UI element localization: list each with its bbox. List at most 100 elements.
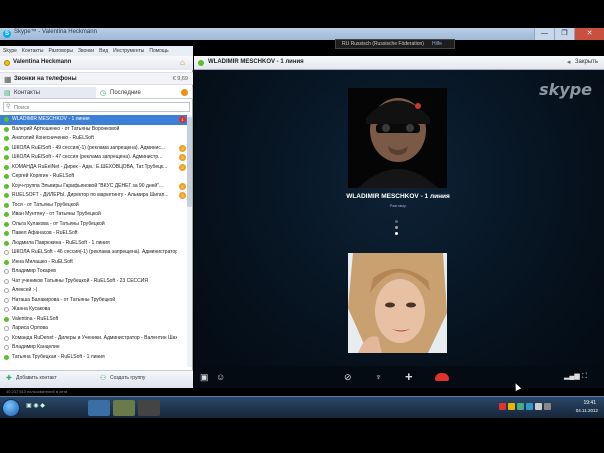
clock-date[interactable]: 04.11.2012 xyxy=(576,408,598,413)
contact-row[interactable]: Владимир Токарев xyxy=(0,267,188,277)
taskbar-skype[interactable] xyxy=(88,400,110,416)
taskbar-explorer[interactable] xyxy=(113,400,135,416)
presence-online-icon xyxy=(4,117,9,122)
contact-row[interactable]: WLADIMIR MESCHKOV - 1 линия 1 xyxy=(0,115,188,125)
add-to-call-button[interactable]: + xyxy=(405,370,413,384)
contact-name: ШКОЛА RuELSoft - 46 сессия(-1) (реклама … xyxy=(12,249,177,255)
system-tray: 19:41 04.11.2012 xyxy=(494,397,604,419)
menu-skype[interactable]: Skype xyxy=(3,48,17,54)
mute-microphone-button[interactable]: ♆ xyxy=(375,370,382,384)
maximize-button[interactable]: ❐ xyxy=(554,28,574,40)
contact-row[interactable]: ШКОЛА RuElSoft - 49 сессия(-1) (реклама … xyxy=(0,144,188,154)
windows-taskbar: ▣ ◉ ◆ 19:41 04.11.2012 xyxy=(0,396,604,418)
language-bar[interactable]: RU Russisch (Russische Föderation) Hilfe xyxy=(335,39,455,49)
chat-button[interactable]: ▣ xyxy=(200,370,209,384)
tab-contacts[interactable]: ▤ Контакты xyxy=(0,87,96,98)
call-phones-row[interactable]: ▦ Звонки на телефоны € 9,69 xyxy=(0,72,193,85)
end-call-button[interactable] xyxy=(435,373,449,381)
contact-name: Тося - от Татьяны Трубецкой xyxy=(12,201,79,208)
menu-tools[interactable]: Инструменты xyxy=(113,48,144,54)
self-video-preview[interactable] xyxy=(348,253,447,353)
menu-contacts[interactable]: Контакты xyxy=(22,48,44,54)
language-help[interactable]: Hilfe xyxy=(432,41,442,47)
menu-help[interactable]: Помощь xyxy=(149,48,168,54)
contact-row[interactable]: Алексей :-) xyxy=(0,286,188,296)
presence-online-icon xyxy=(4,221,9,227)
tray-app-icon[interactable] xyxy=(499,403,506,410)
contact-row[interactable]: Сергей Корягин - RuELSoft xyxy=(0,172,188,182)
emoticon-button[interactable]: ☺ xyxy=(216,370,225,384)
contact-row[interactable]: Жанна Кусакова xyxy=(0,305,188,315)
contact-row[interactable]: Тося - от Татьяны Трубецкой xyxy=(0,201,188,211)
presence-offline-icon xyxy=(4,269,9,274)
home-icon[interactable]: ⌂ xyxy=(180,58,189,67)
contact-name: Коуч-группа Эльвиры Гарифьяновой "ВКУС Д… xyxy=(12,182,164,189)
presence-online-icon xyxy=(4,354,9,360)
contact-row[interactable]: Павел Афанасов - RuELSoft xyxy=(0,229,188,239)
contact-name: Ольга Кулакова - от Татьяны Трубецкой xyxy=(12,220,105,227)
scrollbar-thumb[interactable] xyxy=(187,117,192,207)
toggle-video-button[interactable]: ⊘ xyxy=(344,370,352,384)
contact-row[interactable]: Чат учеников Татьяны Трубецкой - RuELSof… xyxy=(0,277,188,287)
contact-row[interactable]: Valentina - RuELSoft xyxy=(0,315,188,325)
add-contact-button[interactable]: ✚ Добавить контакт xyxy=(6,375,57,382)
close-window-button[interactable]: ✕ xyxy=(574,28,604,40)
online-status-icon xyxy=(198,60,204,66)
language-label: RU Russisch (Russische Föderation) xyxy=(342,41,424,47)
contact-row[interactable]: Татьяна Трубецкая - RuELSoft - 1 линия xyxy=(0,353,188,363)
menu-calls[interactable]: Звонки xyxy=(78,48,94,54)
create-group-label: Создать группу xyxy=(110,375,146,381)
contact-name: WLADIMIR MESCHKOV - 1 линия xyxy=(12,116,90,122)
contact-name: Сергей Корягин - RuELSoft xyxy=(12,173,75,179)
call-quality-icon[interactable]: ▂▄▆ xyxy=(564,370,580,384)
volume-icon[interactable] xyxy=(544,403,551,410)
presence-offline-icon xyxy=(4,288,9,293)
profile-name[interactable]: Valentina Heckmann xyxy=(13,59,71,65)
tray-app-icon[interactable] xyxy=(508,403,515,410)
contact-row[interactable]: Иван Мунтяну - от Татьяны Трубецкой xyxy=(0,210,188,220)
phone-keypad-icon: ▦ xyxy=(4,75,12,84)
skype-credit-balance: € 9,69 xyxy=(172,76,188,82)
contact-row[interactable]: RUELSOFT - ДИЛЕРЫ. Директор по маркетинг… xyxy=(0,191,188,201)
contact-row[interactable]: Инна Милашко - RuELSoft xyxy=(0,258,188,268)
unread-badge: 2 xyxy=(179,163,186,171)
close-conversation-button[interactable]: ◂ Закрыть xyxy=(567,59,598,66)
contact-row[interactable]: Валерий Артюшенко - от Татьяны Воронково… xyxy=(0,125,188,135)
contact-row[interactable]: Людмила Паврюкина - RuELSoft - 1 линия xyxy=(0,239,188,249)
contact-row[interactable]: Анатолий Конесниченко - RuELSoft xyxy=(0,134,188,144)
contact-row[interactable]: Команда RuDenet - Дилеры и Ученики. Адми… xyxy=(0,334,188,344)
minimize-button[interactable]: — xyxy=(534,28,554,40)
menu-conversations[interactable]: Разговоры xyxy=(49,48,73,54)
contact-list-scrollbar[interactable] xyxy=(187,115,192,367)
contact-name: Инна Милашко - RuELSoft xyxy=(12,258,73,265)
tray-app-icon[interactable] xyxy=(517,403,524,410)
tab-recent-label: Последние xyxy=(110,90,141,96)
network-icon[interactable] xyxy=(535,403,542,410)
contact-row[interactable]: Лариса Орлова xyxy=(0,324,188,334)
contact-row[interactable]: Наташа Балакирова - от Татьяны Трубецкой xyxy=(0,296,188,306)
presence-offline-icon xyxy=(4,307,9,312)
search-input[interactable] xyxy=(14,104,184,111)
contact-row[interactable]: ШКОЛА RuELSoft - 46 сессия(-1) (реклама … xyxy=(0,248,188,258)
contact-row[interactable]: Владимир Канцелин xyxy=(0,343,188,353)
profile-row[interactable]: Valentina Heckmann ⌂ xyxy=(0,56,193,70)
screen: { "window": { "title": "Skype™ - Valenti… xyxy=(0,0,604,453)
contact-row[interactable]: Коуч-группа Эльвиры Гарифьяновой "ВКУС Д… xyxy=(0,182,188,192)
tray-app-icon[interactable] xyxy=(526,403,533,410)
video-call-area: skype WLADIMIR MESCHKOV - 1 линия Разгов… xyxy=(194,70,604,388)
fullscreen-button[interactable]: ⛶ xyxy=(582,370,587,384)
start-button[interactable] xyxy=(2,399,20,417)
contact-row[interactable]: КОМАНДА RuEelNet - Дирек - Адм.: Е.ШЕХОВ… xyxy=(0,163,188,173)
window-titlebar[interactable]: S Skype™ - Valentina Heckmann — ❐ ✕ xyxy=(0,28,604,40)
contact-name: Иван Мунтяну - от Татьяны Трубецкой xyxy=(12,211,101,217)
tab-recent[interactable]: ◷ Последние xyxy=(96,87,193,98)
contact-row[interactable]: ШКОЛА RuElSoft - 47 сессия (реклама запр… xyxy=(0,153,188,163)
clock-time[interactable]: 19:41 xyxy=(583,400,596,406)
quick-launch-icons[interactable]: ▣ ◉ ◆ xyxy=(26,402,45,409)
taskbar-media[interactable] xyxy=(138,400,160,416)
create-group-button[interactable]: ⚇ Создать группу xyxy=(100,375,146,382)
contact-row[interactable]: Ольга Кулакова - от Татьяны Трубецкой xyxy=(0,220,188,230)
contact-name: Анатолий Конесниченко - RuELSoft xyxy=(12,135,94,141)
status-away-icon[interactable] xyxy=(4,60,10,66)
menu-view[interactable]: Вид xyxy=(99,48,108,54)
